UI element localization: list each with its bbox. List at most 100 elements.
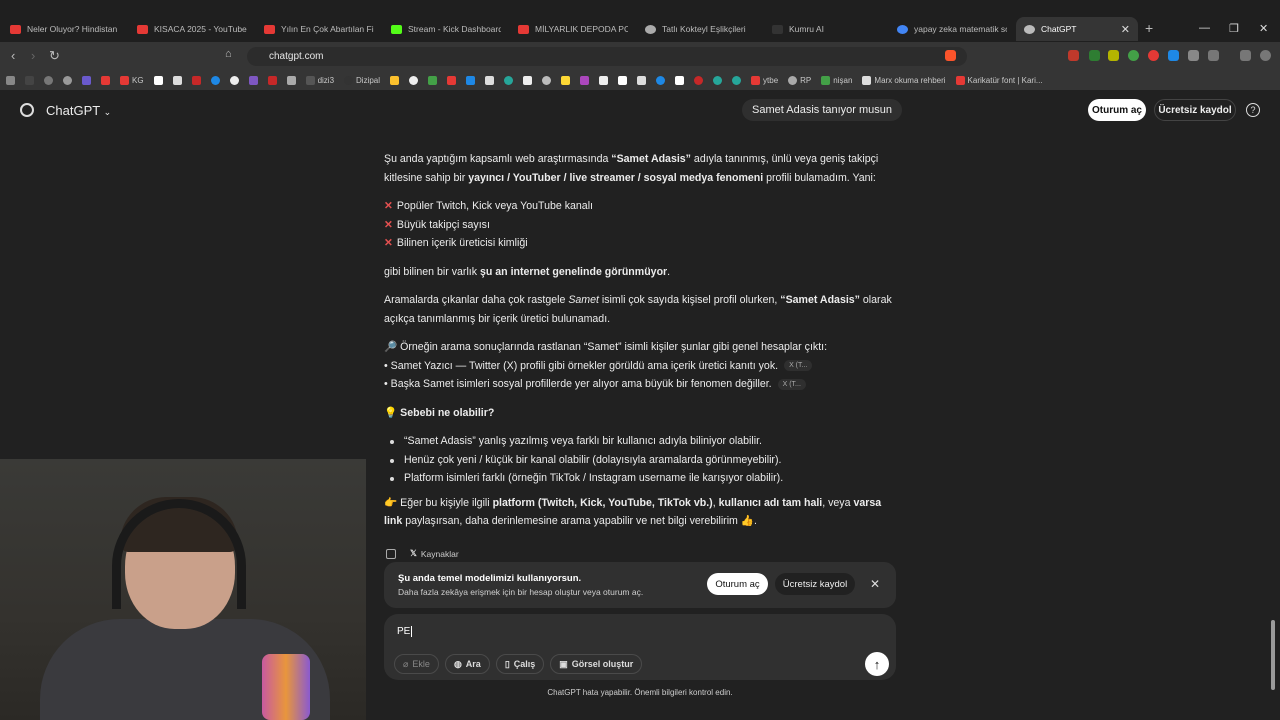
bookmark-icon[interactable] bbox=[656, 75, 666, 85]
bookmark-rp[interactable]: RP bbox=[788, 75, 811, 85]
bookmark-icon[interactable] bbox=[63, 75, 72, 85]
bookmark-icon[interactable] bbox=[675, 75, 685, 85]
close-icon[interactable]: ✕ bbox=[870, 577, 880, 591]
extension-icon[interactable] bbox=[1089, 50, 1100, 61]
bookmark-icon[interactable] bbox=[637, 75, 647, 85]
bookmark-icon[interactable] bbox=[504, 75, 514, 85]
bookmark-ytbe[interactable]: ytbe bbox=[751, 75, 778, 85]
browser-tab[interactable]: Stream - Kick Dashboard bbox=[391, 17, 501, 41]
media-icon[interactable] bbox=[1240, 50, 1251, 61]
bookmark-karikatur[interactable]: Karikatür font | Kari... bbox=[955, 75, 1043, 85]
gmail-icon[interactable] bbox=[447, 75, 457, 85]
bookmark-icon[interactable] bbox=[191, 75, 201, 85]
x-list: ✕ Popüler Twitch, Kick veya YouTube kanal… bbox=[384, 197, 896, 253]
study-button[interactable]: ▯ Çalış bbox=[495, 654, 545, 674]
bookmark-icon[interactable] bbox=[101, 75, 110, 85]
browser-tab[interactable]: KISACA 2025 - YouTube bbox=[137, 17, 247, 41]
extension-icon[interactable] bbox=[1128, 50, 1139, 61]
create-image-button[interactable]: ▣ Görsel oluştur bbox=[550, 654, 643, 674]
browser-tab[interactable]: Yılın En Çok Abartılan Film bbox=[264, 17, 374, 41]
bookmark-icon[interactable] bbox=[485, 75, 495, 85]
forward-icon[interactable]: › bbox=[31, 48, 35, 63]
bookmark-dizi3[interactable]: dizi3 bbox=[305, 75, 334, 85]
message-composer[interactable]: PE ⌀ Ekle ◍ Ara ▯ Çalış ▣ Görsel oluştur ↑ bbox=[384, 614, 896, 680]
maximize-icon[interactable]: ❐ bbox=[1229, 22, 1239, 35]
composer-tools: ⌀ Ekle ◍ Ara ▯ Çalış ▣ Görsel oluştur bbox=[394, 654, 643, 674]
brave-shield-icon[interactable] bbox=[945, 50, 956, 61]
openai-logo-icon[interactable] bbox=[20, 103, 34, 117]
bookmark-icon[interactable] bbox=[229, 75, 239, 85]
google-icon[interactable] bbox=[409, 75, 419, 85]
bookmark-icon[interactable] bbox=[732, 75, 742, 85]
bookmark-icon[interactable] bbox=[153, 75, 163, 85]
attach-button[interactable]: ⌀ Ekle bbox=[394, 654, 439, 674]
puzzle-icon[interactable] bbox=[1188, 50, 1199, 61]
bookmark-marx[interactable]: Marx okuma rehberi bbox=[862, 75, 946, 85]
help-icon[interactable]: ? bbox=[1246, 103, 1260, 117]
bookmark-icon[interactable] bbox=[580, 75, 590, 85]
source-chip[interactable]: X (T... bbox=[784, 360, 813, 372]
browser-tab[interactable]: Kumru AI bbox=[772, 17, 882, 41]
banner-login-button[interactable]: Oturum aç bbox=[707, 573, 768, 595]
browser-tab[interactable]: MİLYARLIK DEPODA PC TO bbox=[518, 17, 628, 41]
banner-signup-button[interactable]: Ücretsiz kaydol bbox=[775, 573, 855, 595]
browser-tab-active[interactable]: ChatGPT ✕ bbox=[1016, 17, 1138, 41]
model-selector[interactable]: ChatGPT ⌄ bbox=[46, 103, 111, 118]
bookmark-nisan[interactable]: nişan bbox=[821, 75, 852, 85]
bookmark-icon[interactable] bbox=[25, 75, 34, 85]
bookmark-icon[interactable] bbox=[599, 75, 609, 85]
signup-button[interactable]: Ücretsiz kaydol bbox=[1154, 99, 1236, 121]
x-icon[interactable] bbox=[172, 75, 182, 85]
bookmark-icon[interactable] bbox=[210, 75, 220, 85]
scrollbar-thumb[interactable] bbox=[1271, 620, 1275, 690]
reload-icon[interactable]: ↻ bbox=[49, 48, 60, 64]
bookmark-icon[interactable] bbox=[618, 75, 628, 85]
back-icon[interactable]: ‹ bbox=[11, 48, 15, 63]
maps-icon[interactable] bbox=[428, 75, 438, 85]
send-button[interactable]: ↑ bbox=[865, 652, 889, 676]
bookmark-icon[interactable] bbox=[561, 75, 571, 85]
scrollbar-track[interactable] bbox=[1270, 96, 1276, 696]
bookmark-icon[interactable] bbox=[390, 75, 400, 85]
prompt-input[interactable]: PE bbox=[397, 626, 413, 637]
translate-icon[interactable] bbox=[466, 75, 476, 85]
login-button[interactable]: Oturum aç bbox=[1088, 99, 1146, 121]
browser-tab[interactable]: Tatlı Kokteyl Eşlikçileri bbox=[645, 17, 755, 41]
bookmark-icon[interactable]: ⌂ bbox=[225, 48, 232, 60]
bookmark-icon[interactable] bbox=[694, 75, 704, 85]
cross-icon: ✕ bbox=[384, 218, 393, 231]
close-tab-icon[interactable]: ✕ bbox=[1115, 23, 1130, 36]
search-button[interactable]: ◍ Ara bbox=[444, 654, 490, 674]
copy-icon[interactable] bbox=[386, 548, 396, 559]
bookmark-icon[interactable] bbox=[267, 75, 277, 85]
source-chip[interactable]: X (T... bbox=[777, 378, 806, 390]
minimize-icon[interactable]: — bbox=[1199, 22, 1210, 34]
menu-icon[interactable] bbox=[1260, 50, 1271, 61]
browser-tab[interactable]: Neler Oluyor? Hindistan B bbox=[10, 17, 120, 41]
sources-button[interactable]: 𝕏 Kaynaklar bbox=[410, 548, 459, 559]
extension-icon[interactable] bbox=[1068, 50, 1079, 61]
upgrade-banner: Şu anda temel modelimizi kullanıyorsun. … bbox=[384, 562, 896, 608]
bookmark-icon[interactable] bbox=[542, 75, 552, 85]
apps-icon[interactable] bbox=[6, 75, 15, 85]
url-bar[interactable]: chatgpt.com bbox=[247, 47, 967, 66]
bookmark-icon[interactable] bbox=[713, 75, 723, 85]
browser-tab[interactable]: yapay zeka matematik sor bbox=[897, 17, 1007, 41]
section-heading: 💡 Sebebi ne olabilir? bbox=[384, 406, 495, 419]
bookmark-icon[interactable] bbox=[523, 75, 533, 85]
extension-icon[interactable] bbox=[1108, 50, 1119, 61]
youtube-icon bbox=[10, 24, 21, 34]
sidebar-icon[interactable] bbox=[1208, 50, 1219, 61]
bookmark-icon[interactable] bbox=[44, 75, 53, 85]
conversation-title-chip[interactable]: Samet Adasis tanıyor musun bbox=[742, 99, 903, 121]
bookmark-icon[interactable] bbox=[82, 75, 91, 85]
bookmark-dizipal[interactable]: Dizipal bbox=[344, 75, 380, 85]
extension-icon[interactable] bbox=[1168, 50, 1179, 61]
bookmark-icon[interactable] bbox=[248, 75, 258, 85]
extension-icon[interactable] bbox=[1148, 50, 1159, 61]
lightbulb-icon: 💡 bbox=[384, 406, 398, 419]
bookmark-kg[interactable]: KG bbox=[120, 75, 144, 85]
new-tab-button[interactable]: + bbox=[1145, 20, 1153, 36]
window-close-icon[interactable]: ✕ bbox=[1259, 22, 1268, 35]
bookmark-icon[interactable] bbox=[286, 75, 296, 85]
